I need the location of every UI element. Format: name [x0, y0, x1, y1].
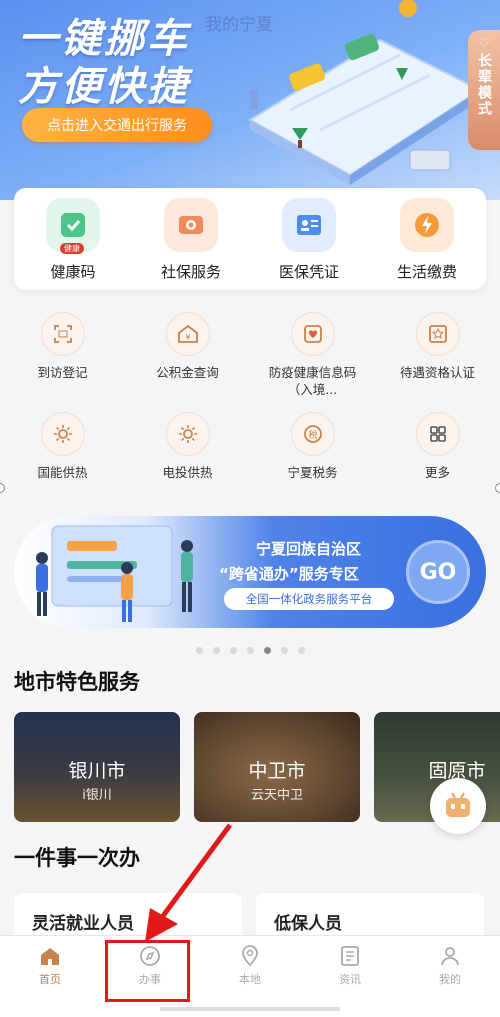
utility-payment-icon: [400, 198, 454, 252]
heart-icon: ♡: [478, 36, 490, 50]
svg-text:税: 税: [308, 429, 317, 441]
tab-label: 首页: [39, 973, 61, 986]
city-name: 中卫市: [248, 760, 306, 782]
location-icon: [242, 945, 258, 967]
home-indicator: [160, 1007, 340, 1011]
tab-home[interactable]: 首页: [10, 944, 90, 1017]
service-label: 生活缴费: [396, 263, 457, 281]
elder-mode-button[interactable]: ♡ 长辈模式: [468, 30, 500, 150]
tab-label: 我的: [439, 973, 461, 986]
service-health-code[interactable]: 健康 健康码: [23, 198, 123, 290]
promo-title-line2: “跨省通办”服务专区: [219, 565, 359, 583]
annotation-highlight-box: [105, 940, 190, 1002]
heating-icon: [165, 412, 210, 456]
service-label: 健康码: [50, 263, 96, 281]
city-subtitle: 云天中卫: [250, 788, 303, 803]
service-utility-payment[interactable]: 生活缴费: [377, 198, 477, 290]
carousel-dots: [0, 647, 500, 654]
grid-item-label: 待遇资格认证: [399, 365, 475, 380]
grid-item-label: 到访登记: [37, 365, 88, 380]
grid-item-housing-fund[interactable]: ¥ 公积金查询: [133, 312, 243, 412]
carousel-dot[interactable]: [246, 647, 254, 654]
city-subtitle: i银川: [82, 788, 112, 803]
edge-dot-right: [495, 483, 500, 493]
carousel-dot[interactable]: [280, 647, 288, 654]
health-code-icon: 健康: [46, 198, 100, 254]
city-name: 固原市: [428, 760, 486, 782]
grid-item-label: 国能供热: [37, 465, 88, 480]
grid-item-epidemic-code[interactable]: 防疫健康信息码（入境...: [258, 312, 368, 412]
grid-item-label: 电投供热: [162, 465, 213, 480]
grid-item-ningxia-tax[interactable]: 税 宁夏税务: [258, 412, 368, 512]
grid-item-label: 公积金查询: [156, 365, 219, 380]
tab-label: 资讯: [339, 973, 361, 986]
traffic-service-button[interactable]: 点击进入交通出行服务: [22, 108, 212, 142]
social-security-icon: [164, 198, 218, 252]
more-grid-icon: [415, 412, 460, 456]
home-icon: [41, 948, 59, 965]
service-label: 医保凭证: [278, 263, 339, 281]
medical-insurance-icon: [282, 198, 336, 252]
hero-banner[interactable]: 一键挪车 方便快捷 我的宁夏 点击进入交通出行服务 ♡ 长辈模式: [0, 0, 500, 200]
main-services-card: 健康 健康码 社保服务 医保凭证 生活缴费: [14, 188, 486, 290]
housing-fund-icon: ¥: [165, 312, 210, 356]
carousel-dot[interactable]: [297, 647, 305, 654]
scan-register-icon: [40, 312, 85, 356]
tax-icon: 税: [290, 412, 335, 456]
epidemic-code-icon: [290, 312, 335, 356]
grid-item-qualification[interactable]: 待遇资格认证: [383, 312, 493, 412]
service-grid: 到访登记 ¥ 公积金查询 防疫健康信息码（入境... 待遇资格认证 国能供热 电…: [0, 312, 500, 512]
grid-item-label: 防疫健康信息码（入境...: [268, 365, 357, 397]
promo-subtitle: 全国一体化政务服务平台: [224, 588, 394, 610]
grid-item-more[interactable]: 更多: [383, 412, 493, 512]
robot-icon: [446, 792, 470, 817]
tab-label: 本地: [239, 973, 261, 986]
carousel-dot[interactable]: [212, 647, 220, 654]
carousel-dot-active[interactable]: [263, 647, 271, 654]
city-name: 银川市: [68, 760, 126, 782]
svg-text:¥: ¥: [185, 333, 190, 342]
heating-icon: [40, 412, 85, 456]
bottom-tab-bar: 首页 办事 本地 资讯 我的: [0, 935, 500, 1017]
grid-item-diantou-heating[interactable]: 电投供热: [133, 412, 243, 512]
promo-title-line1: 宁夏回族自治区: [256, 540, 362, 558]
people-illustration: [36, 525, 193, 622]
service-label: 社保服务: [160, 263, 221, 281]
tab-profile[interactable]: 我的: [410, 944, 490, 1017]
carousel-dot[interactable]: [195, 647, 203, 654]
hero-title-line2: 方便快捷: [18, 64, 190, 110]
annotation-arrow: [145, 823, 233, 942]
news-icon: [341, 946, 359, 966]
city-card-zhongwei[interactable]: 中卫市 云天中卫: [194, 712, 360, 822]
service-medical-insurance[interactable]: 医保凭证: [259, 198, 359, 290]
parking-illustration: [248, 0, 483, 185]
city-section-title: 地市特色服务: [14, 669, 140, 694]
city-carousel: 银川市 i银川 中卫市 云天中卫 固原市: [14, 712, 500, 822]
health-badge: 健康: [60, 243, 84, 254]
city-card-yinchuan[interactable]: 银川市 i银川: [14, 712, 180, 822]
cross-province-banner[interactable]: 宁夏回族自治区 “跨省通办”服务专区 全国一体化政务服务平台 GO: [14, 516, 486, 628]
carousel-dot[interactable]: [229, 647, 237, 654]
elder-mode-label: 长辈模式: [476, 53, 492, 117]
grid-item-label: 更多: [424, 465, 450, 480]
go-button[interactable]: GO: [406, 540, 470, 604]
grid-item-label: 宁夏税务: [287, 465, 338, 480]
service-social-security[interactable]: 社保服务: [141, 198, 241, 290]
qualification-icon: [415, 312, 460, 356]
assistant-robot-button[interactable]: [430, 778, 486, 834]
grid-item-guoneng-heating[interactable]: 国能供热: [8, 412, 118, 512]
grid-item-visit-register[interactable]: 到访登记: [8, 312, 118, 412]
profile-icon: [441, 947, 459, 966]
